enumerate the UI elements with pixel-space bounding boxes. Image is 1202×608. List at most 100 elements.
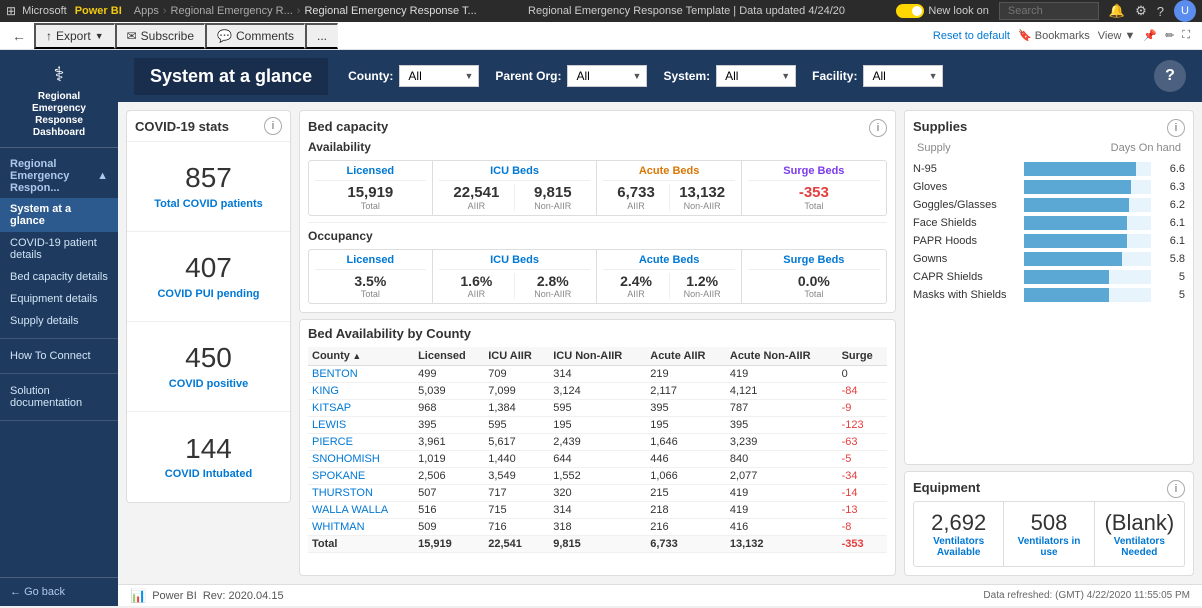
more-button[interactable]: ...: [305, 23, 338, 49]
system-select-wrap[interactable]: All: [716, 65, 796, 87]
cell-icu-non: 644: [549, 451, 646, 468]
cell-county: Total: [308, 536, 414, 553]
stat-label-1: COVID PUI pending: [157, 288, 259, 300]
avail-surge-header: Surge Beds: [748, 165, 880, 181]
fullscreen-icon[interactable]: ⛶: [1182, 29, 1190, 42]
sidebar-section-header[interactable]: Regional Emergency Respon... ▲: [0, 154, 118, 198]
occ-surge-col: 0.0% Total: [748, 273, 880, 299]
cell-icu-non: 2,439: [549, 434, 646, 451]
cell-surge: -63: [838, 434, 887, 451]
col-acute-aiir[interactable]: Acute AIIR: [646, 347, 726, 366]
supply-bar-wrap: [1024, 288, 1151, 302]
supply-item-value: 6.1: [1157, 235, 1185, 247]
cell-icu-aiir: 595: [484, 417, 549, 434]
export-button[interactable]: ↑ Export ▼: [34, 23, 115, 49]
cell-licensed: 968: [414, 400, 484, 417]
col-county[interactable]: County: [308, 347, 414, 366]
supply-bar-wrap: [1024, 234, 1151, 248]
col-icu-non-aiir[interactable]: ICU Non-AIIR: [549, 347, 646, 366]
county-select-wrap[interactable]: All: [399, 65, 479, 87]
notification-icon[interactable]: 🔔: [1109, 3, 1125, 19]
table-row: THURSTON 507 717 320 215 419 -14: [308, 485, 887, 502]
cell-county: WHITMAN: [308, 519, 414, 536]
cell-licensed: 3,961: [414, 434, 484, 451]
cell-county: KITSAP: [308, 400, 414, 417]
cell-licensed: 507: [414, 485, 484, 502]
bed-capacity-info[interactable]: i: [869, 119, 887, 137]
avail-licensed-sub: Total: [361, 201, 380, 211]
avail-acute-aiir-sub: AIIR: [627, 201, 645, 211]
filter-row: County: All Parent Org: All: [348, 60, 1186, 92]
nav-reg2[interactable]: Regional Emergency Response T...: [304, 5, 476, 17]
supply-item-value: 6.3: [1157, 181, 1185, 193]
subscribe-button[interactable]: ✉ Subscribe: [115, 23, 205, 49]
supply-row: Gowns 5.8: [913, 250, 1185, 268]
supply-row: Face Shields 6.1: [913, 214, 1185, 232]
col-surge[interactable]: Surge: [838, 347, 887, 366]
nav-reg1[interactable]: Regional Emergency R...: [171, 5, 293, 17]
avail-icu-nonaiir-sub: Non-AIIR: [534, 201, 571, 211]
user-avatar[interactable]: U: [1174, 0, 1196, 22]
col-licensed[interactable]: Licensed: [414, 347, 484, 366]
occ-icu-header: ICU Beds: [439, 254, 591, 270]
facility-select[interactable]: All: [863, 65, 943, 87]
search-input[interactable]: [999, 2, 1099, 20]
settings-icon[interactable]: ⚙: [1135, 3, 1147, 19]
search-icon[interactable]: [999, 2, 1099, 20]
back-icon[interactable]: ←: [12, 28, 26, 44]
view-button[interactable]: View ▼: [1098, 30, 1136, 42]
comments-icon: 💬: [217, 29, 232, 43]
cell-icu-aiir: 3,549: [484, 468, 549, 485]
reset-button[interactable]: Reset to default: [933, 30, 1010, 42]
equipment-info[interactable]: i: [1167, 480, 1185, 498]
covid-stats-info[interactable]: i: [264, 117, 282, 135]
help-button[interactable]: ?: [1154, 60, 1186, 92]
parent-org-select[interactable]: All: [567, 65, 647, 87]
nav-apps[interactable]: Apps: [134, 5, 159, 17]
col-acute-non-aiir[interactable]: Acute Non-AIIR: [726, 347, 838, 366]
sidebar-item-supply[interactable]: Supply details: [0, 310, 118, 332]
avail-licensed: Licensed 15,919 Total: [309, 161, 433, 215]
parent-org-select-wrap[interactable]: All: [567, 65, 647, 87]
avail-acute-nonaiir-col: 13,132 Non-AIIR: [670, 184, 735, 211]
system-select[interactable]: All: [716, 65, 796, 87]
supply-row: PAPR Hoods 6.1: [913, 232, 1185, 250]
facility-select-wrap[interactable]: All: [863, 65, 943, 87]
occ-icu-aiir-col: 1.6% AIIR: [439, 273, 515, 299]
county-select[interactable]: All: [399, 65, 479, 87]
equip-val-0: 2,692: [931, 510, 986, 536]
cell-licensed: 395: [414, 417, 484, 434]
new-look-toggle[interactable]: New look on: [896, 4, 989, 18]
supply-item-value: 5: [1157, 271, 1185, 283]
cell-icu-non: 9,815: [549, 536, 646, 553]
go-back-button[interactable]: ← Go back: [0, 577, 118, 606]
sidebar-item-equipment[interactable]: Equipment details: [0, 288, 118, 310]
cell-acute-non: 419: [726, 502, 838, 519]
sidebar-item-covid-patient[interactable]: COVID-19 patient details: [0, 232, 118, 266]
sidebar-item-system-glance[interactable]: System at a glance: [0, 198, 118, 232]
supply-row: CAPR Shields 5: [913, 268, 1185, 286]
dashboard: COVID-19 stats i 857 Total COVID patient…: [118, 102, 1202, 584]
occ-acute-nonaiir-col: 1.2% Non-AIIR: [670, 273, 735, 299]
supplies-info[interactable]: i: [1167, 119, 1185, 137]
col-icu-aiir[interactable]: ICU AIIR: [484, 347, 549, 366]
stat-value-0: 857: [185, 163, 232, 194]
content-header: System at a glance County: All Parent Or…: [118, 50, 1202, 102]
cell-acute-aiir: 219: [646, 366, 726, 383]
comments-button[interactable]: 💬 Comments: [205, 23, 305, 49]
pin-icon[interactable]: 📌: [1143, 29, 1157, 42]
sidebar-item-solution-docs[interactable]: Solution documentation: [0, 380, 118, 414]
browser-bar: ⊞ Microsoft Power BI Apps › Regional Eme…: [0, 0, 1202, 22]
cell-icu-non: 318: [549, 519, 646, 536]
sidebar-item-bed-capacity[interactable]: Bed capacity details: [0, 266, 118, 288]
equip-ventilators-needed: (Blank) Ventilators Needed: [1095, 502, 1184, 566]
bookmarks-button[interactable]: 🔖 Bookmarks: [1018, 29, 1090, 42]
cell-county: THURSTON: [308, 485, 414, 502]
pencil-icon[interactable]: ✏: [1165, 29, 1174, 42]
occ-icu-nonaiir-sub: Non-AIIR: [534, 289, 571, 299]
cell-icu-aiir: 709: [484, 366, 549, 383]
supply-item-name: Masks with Shields: [913, 289, 1018, 301]
help-icon[interactable]: ?: [1157, 4, 1164, 19]
sidebar-item-how-to-connect[interactable]: How To Connect: [0, 345, 118, 367]
export-icon: ↑: [46, 29, 52, 43]
